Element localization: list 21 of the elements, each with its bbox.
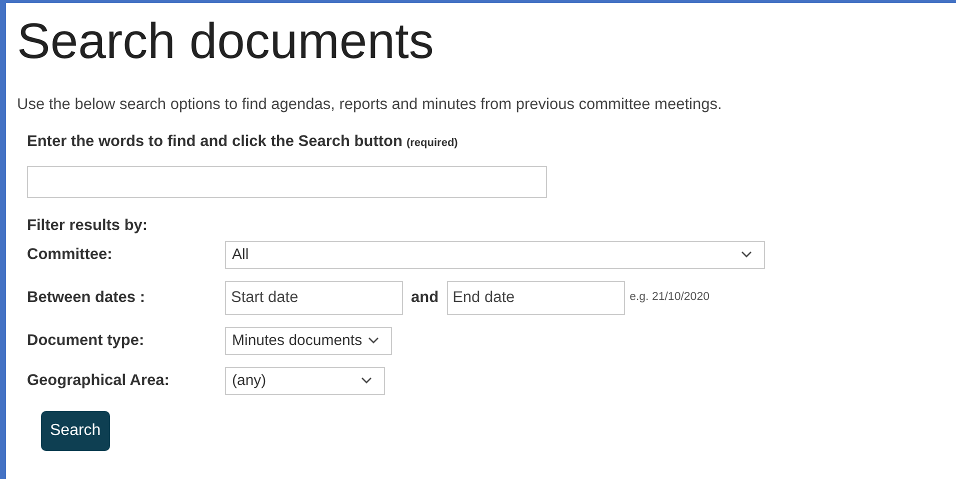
date-field[interactable]: Start date <box>225 280 403 315</box>
keywords-field[interactable] <box>27 166 547 198</box>
joiner-text: and <box>411 288 439 308</box>
page-title: Search documents <box>17 13 435 69</box>
chevron-down-icon <box>361 377 372 384</box>
intro-text: Use the below search options to find agendas, reports and minutes from previous committee meetings. <box>17 95 723 115</box>
chevron-down-icon <box>368 337 380 344</box>
filter-heading: Filter results by: <box>27 216 148 236</box>
dropdown[interactable]: (any) <box>225 366 385 395</box>
filter-label: Committee: <box>27 245 112 266</box>
filter-label: Between dates : <box>27 288 146 308</box>
filter-label: Geographical Area: <box>27 371 170 392</box>
dropdown[interactable]: Minutes documents <box>225 326 392 355</box>
date-field[interactable]: End date <box>446 280 625 315</box>
filter-label: Document type: <box>27 331 144 352</box>
chevron-down-icon <box>741 251 752 258</box>
field-label: Enter the words to find and click the Search button <box>27 132 402 152</box>
date-format-hint: e.g. 21/10/2020 <box>630 290 710 306</box>
search-button[interactable]: Search <box>41 410 110 451</box>
dropdown[interactable]: All <box>225 240 765 269</box>
required-note: (required) <box>406 136 458 152</box>
